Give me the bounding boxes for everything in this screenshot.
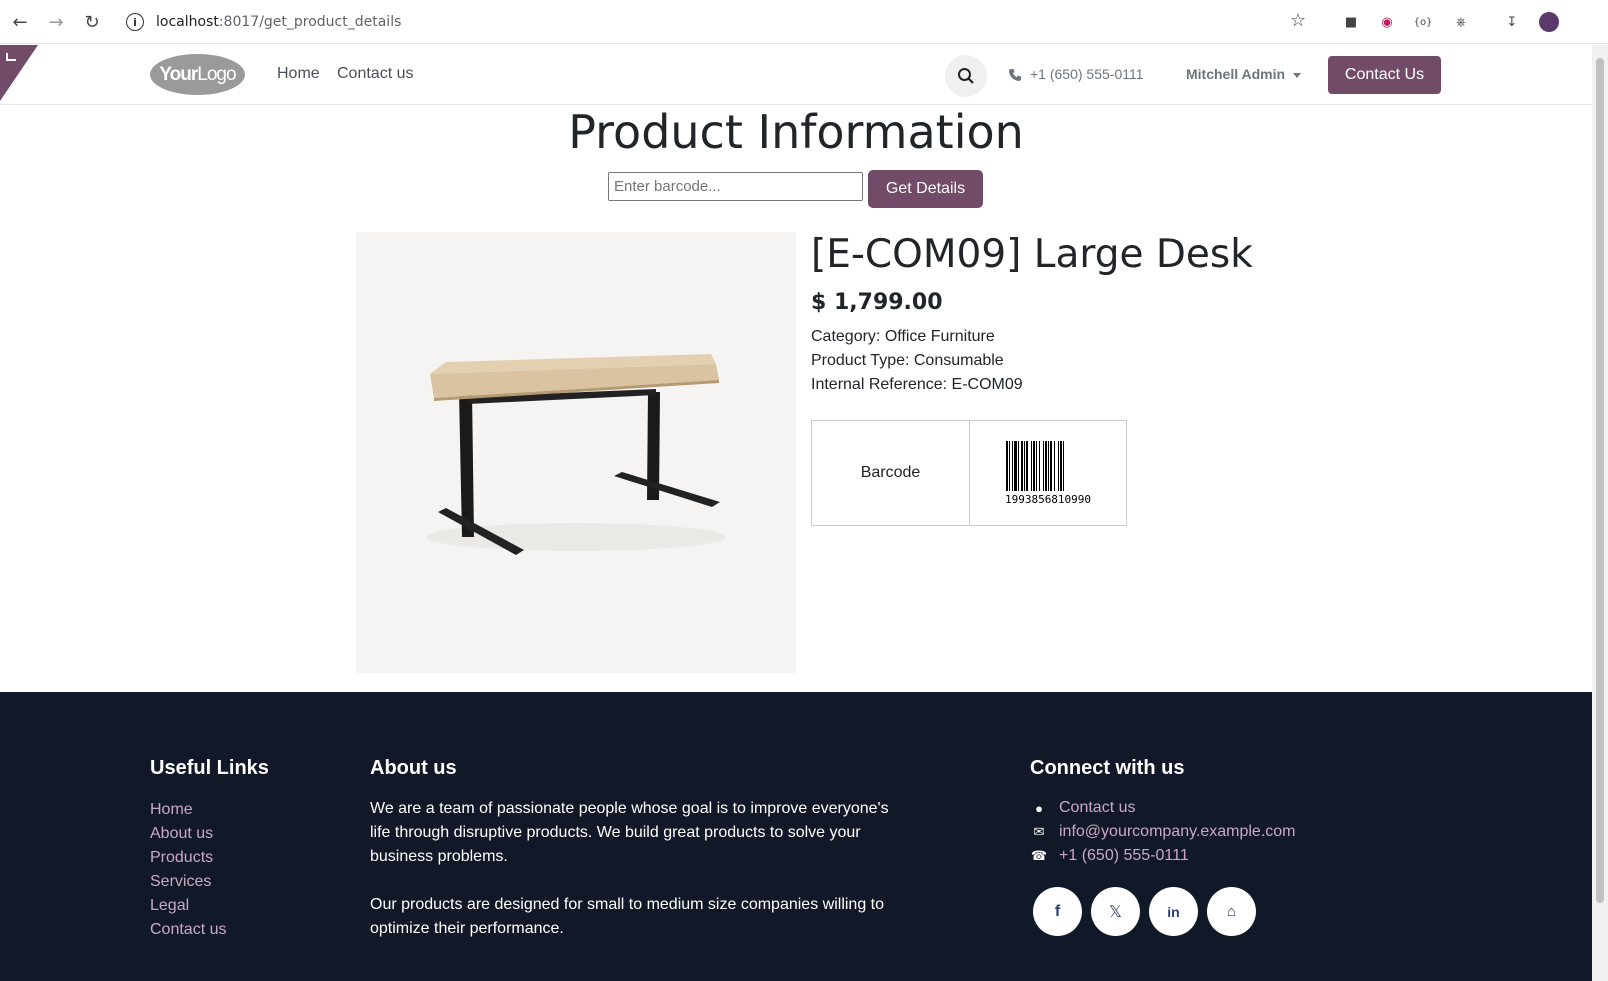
internal-reference: Internal Reference: E-COM09 [811,376,1023,393]
download-icon[interactable]: ↧ [1502,12,1522,32]
product-price: $ 1,799.00 [811,290,943,315]
url-text: localhost:8017/get_product_details [156,14,402,30]
contact-us-button[interactable]: Contact Us [1328,56,1441,94]
footer-link-products[interactable]: Products [150,849,213,867]
useful-links-title: Useful Links [150,757,269,779]
page-title: Product Information [568,105,1024,159]
facebook-icon[interactable]: f [1033,887,1082,936]
user-menu[interactable]: Mitchell Admin [1186,66,1302,82]
reload-icon[interactable]: ↻ [75,5,109,39]
puzzle-icon[interactable]: ⎈ [1451,12,1471,32]
product-image [356,232,796,673]
barcode-table: Barcode 1993856810990 [811,420,1127,526]
scrollbar-thumb[interactable] [1596,58,1604,903]
address-bar[interactable]: i localhost:8017/get_product_details [120,6,1310,38]
profile-avatar[interactable] [1539,12,1559,32]
product-category: Category: Office Furniture [811,328,995,345]
back-icon[interactable]: ← [3,5,37,39]
extension-icon[interactable]: ◉ [1377,12,1397,32]
footer-link-about[interactable]: About us [150,825,213,843]
about-title: About us [370,757,457,779]
desk-illustration [426,354,726,555]
about-paragraph-2: Our products are designed for small to m… [370,896,885,937]
envelope-icon: ✉ [1033,824,1045,839]
barcode-label: Barcode [860,464,921,481]
barcode-input[interactable] [608,172,863,201]
get-details-button[interactable]: Get Details [868,170,983,208]
footer-contact-row[interactable]: ● Contact us [1030,799,1135,817]
search-icon [958,68,974,84]
footer-link-contact[interactable]: Contact us [150,921,226,939]
product-type: Product Type: Consumable [811,352,1004,369]
edit-corner-icon [6,53,16,61]
footer-email-row[interactable]: ✉ info@yourcompany.example.com [1030,823,1296,841]
site-info-icon[interactable]: i [126,13,144,31]
product-name: [E-COM09] Large Desk [811,232,1253,277]
footer-link-home[interactable]: Home [150,801,193,819]
linkedin-icon[interactable]: in [1149,887,1198,936]
barcode-bars [1006,440,1064,491]
company-logo[interactable]: Your Logo [150,54,245,95]
forward-icon[interactable]: → [39,5,73,39]
phone-icon: ☎ [1030,848,1048,863]
about-paragraph-1: We are a team of passionate people whose… [370,800,889,865]
bookmark-star-icon[interactable]: ☆ [1290,10,1306,31]
footer-link-services[interactable]: Services [150,873,211,891]
barcode-image: 1993856810990 [969,421,1126,525]
nav-home[interactable]: Home [277,65,320,83]
extension-icon[interactable]: ■ [1341,12,1361,32]
footer-phone-row[interactable]: ☎ +1 (650) 555-0111 [1030,847,1189,865]
chevron-down-icon [1293,72,1302,78]
search-button[interactable] [945,55,987,97]
x-icon[interactable]: 𝕏 [1091,887,1140,936]
comment-icon: ● [1035,800,1043,816]
phone-icon [1009,69,1021,81]
footer-link-legal[interactable]: Legal [150,897,189,915]
header-phone[interactable]: +1 (650) 555-0111 [1030,66,1144,82]
barcode-number: 1993856810990 [1004,492,1092,506]
browser-toolbar: ← → ↻ i localhost:8017/get_product_detai… [0,0,1608,44]
connect-title: Connect with us [1030,757,1185,779]
home-icon[interactable]: ⌂ [1207,887,1256,936]
extension-icon[interactable]: {o} [1413,12,1433,32]
nav-contact-us[interactable]: Contact us [337,65,413,83]
